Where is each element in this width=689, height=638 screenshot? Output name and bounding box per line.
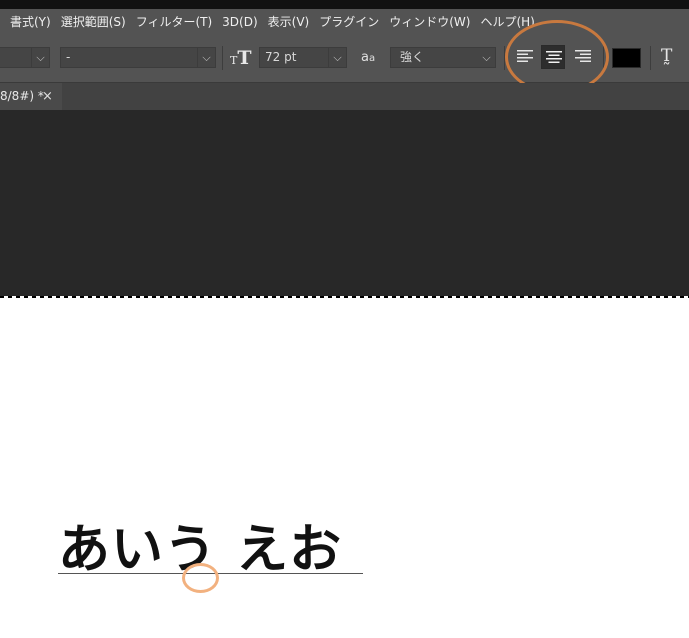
divider bbox=[650, 46, 651, 70]
document-tab-title: 8/8#) * bbox=[0, 89, 44, 103]
menu-3d[interactable]: 3D(D) bbox=[212, 15, 257, 29]
warp-text-icon[interactable]: T̰ bbox=[661, 46, 672, 66]
chevron-down-icon: ⌵ bbox=[482, 51, 491, 64]
cursor-highlight-annotation bbox=[182, 563, 219, 593]
document-canvas[interactable] bbox=[0, 298, 689, 638]
document-tab[interactable]: 8/8#) * × bbox=[0, 83, 62, 110]
antialias-icon: aa bbox=[361, 50, 376, 65]
divider bbox=[222, 46, 223, 70]
title-strip bbox=[0, 0, 689, 9]
menu-plugins[interactable]: プラグイン bbox=[309, 13, 379, 30]
font-style-value: - bbox=[66, 50, 71, 64]
chevron-down-icon: ⌵ bbox=[197, 48, 215, 67]
workspace-background bbox=[0, 110, 689, 298]
menu-type[interactable]: 書式(Y) bbox=[0, 13, 51, 30]
menu-view[interactable]: 表示(V) bbox=[258, 13, 310, 30]
text-color-swatch[interactable] bbox=[612, 48, 641, 68]
menu-select[interactable]: 選択範囲(S) bbox=[51, 13, 126, 30]
menu-filter[interactable]: フィルター(T) bbox=[126, 13, 212, 30]
font-size-dropdown[interactable]: 72 pt ⌵ bbox=[259, 47, 347, 68]
font-size-value: 72 pt bbox=[265, 50, 297, 64]
font-family-dropdown[interactable]: ⌵ bbox=[0, 47, 50, 68]
menu-window[interactable]: ウィンドウ(W) bbox=[379, 13, 470, 30]
document-tab-bar: 8/8#) * × bbox=[0, 83, 689, 110]
canvas-edge bbox=[0, 296, 689, 298]
font-style-dropdown[interactable]: - ⌵ bbox=[60, 47, 216, 68]
chevron-down-icon: ⌵ bbox=[31, 48, 49, 67]
chevron-down-icon: ⌵ bbox=[328, 48, 346, 67]
antialias-dropdown[interactable]: 強く ⌵ bbox=[390, 47, 496, 68]
font-size-icon: TT bbox=[230, 47, 252, 69]
antialias-value: 強く bbox=[400, 50, 425, 64]
close-icon[interactable]: × bbox=[42, 83, 53, 110]
